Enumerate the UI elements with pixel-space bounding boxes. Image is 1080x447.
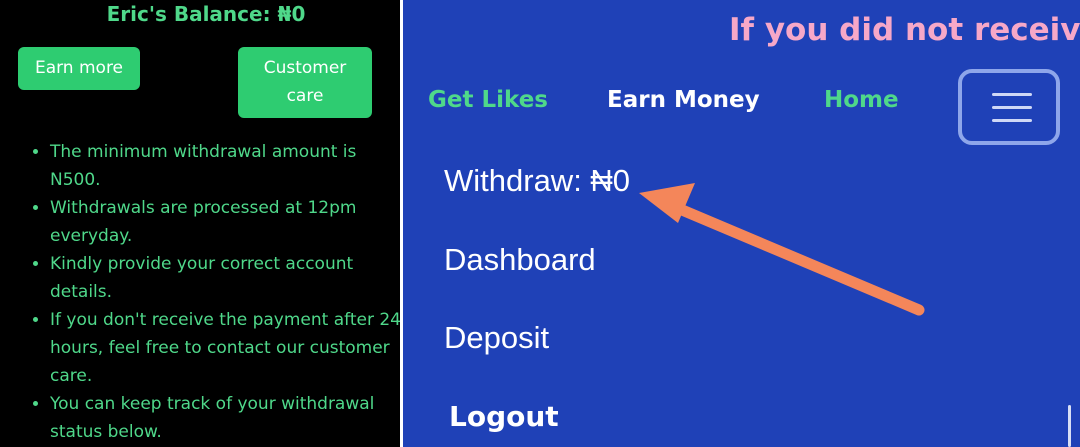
info-item: Withdrawals are processed at 12pm everyd… <box>50 194 410 250</box>
info-item: You can keep track of your withdrawal st… <box>50 390 410 446</box>
balance-title: Eric's Balance: ₦0 <box>106 2 306 26</box>
left-panel: Eric's Balance: ₦0 Earn more Customer ca… <box>0 0 401 447</box>
customer-care-label-line1: Customer <box>263 58 347 78</box>
info-item: If you don't receive the payment after 2… <box>50 306 410 390</box>
right-panel: If you did not receive t Get Likes Earn … <box>403 0 1080 447</box>
info-item: The minimum withdrawal amount is N500. <box>50 138 410 194</box>
customer-care-button[interactable]: Customer care <box>238 47 372 118</box>
info-item: Kindly provide your correct account deta… <box>50 250 410 306</box>
earn-more-button[interactable]: Earn more <box>18 47 140 90</box>
customer-care-label-line2: care <box>286 86 324 106</box>
withdrawal-info-list: The minimum withdrawal amount is N500. W… <box>30 138 410 446</box>
arrow-icon <box>639 183 925 316</box>
